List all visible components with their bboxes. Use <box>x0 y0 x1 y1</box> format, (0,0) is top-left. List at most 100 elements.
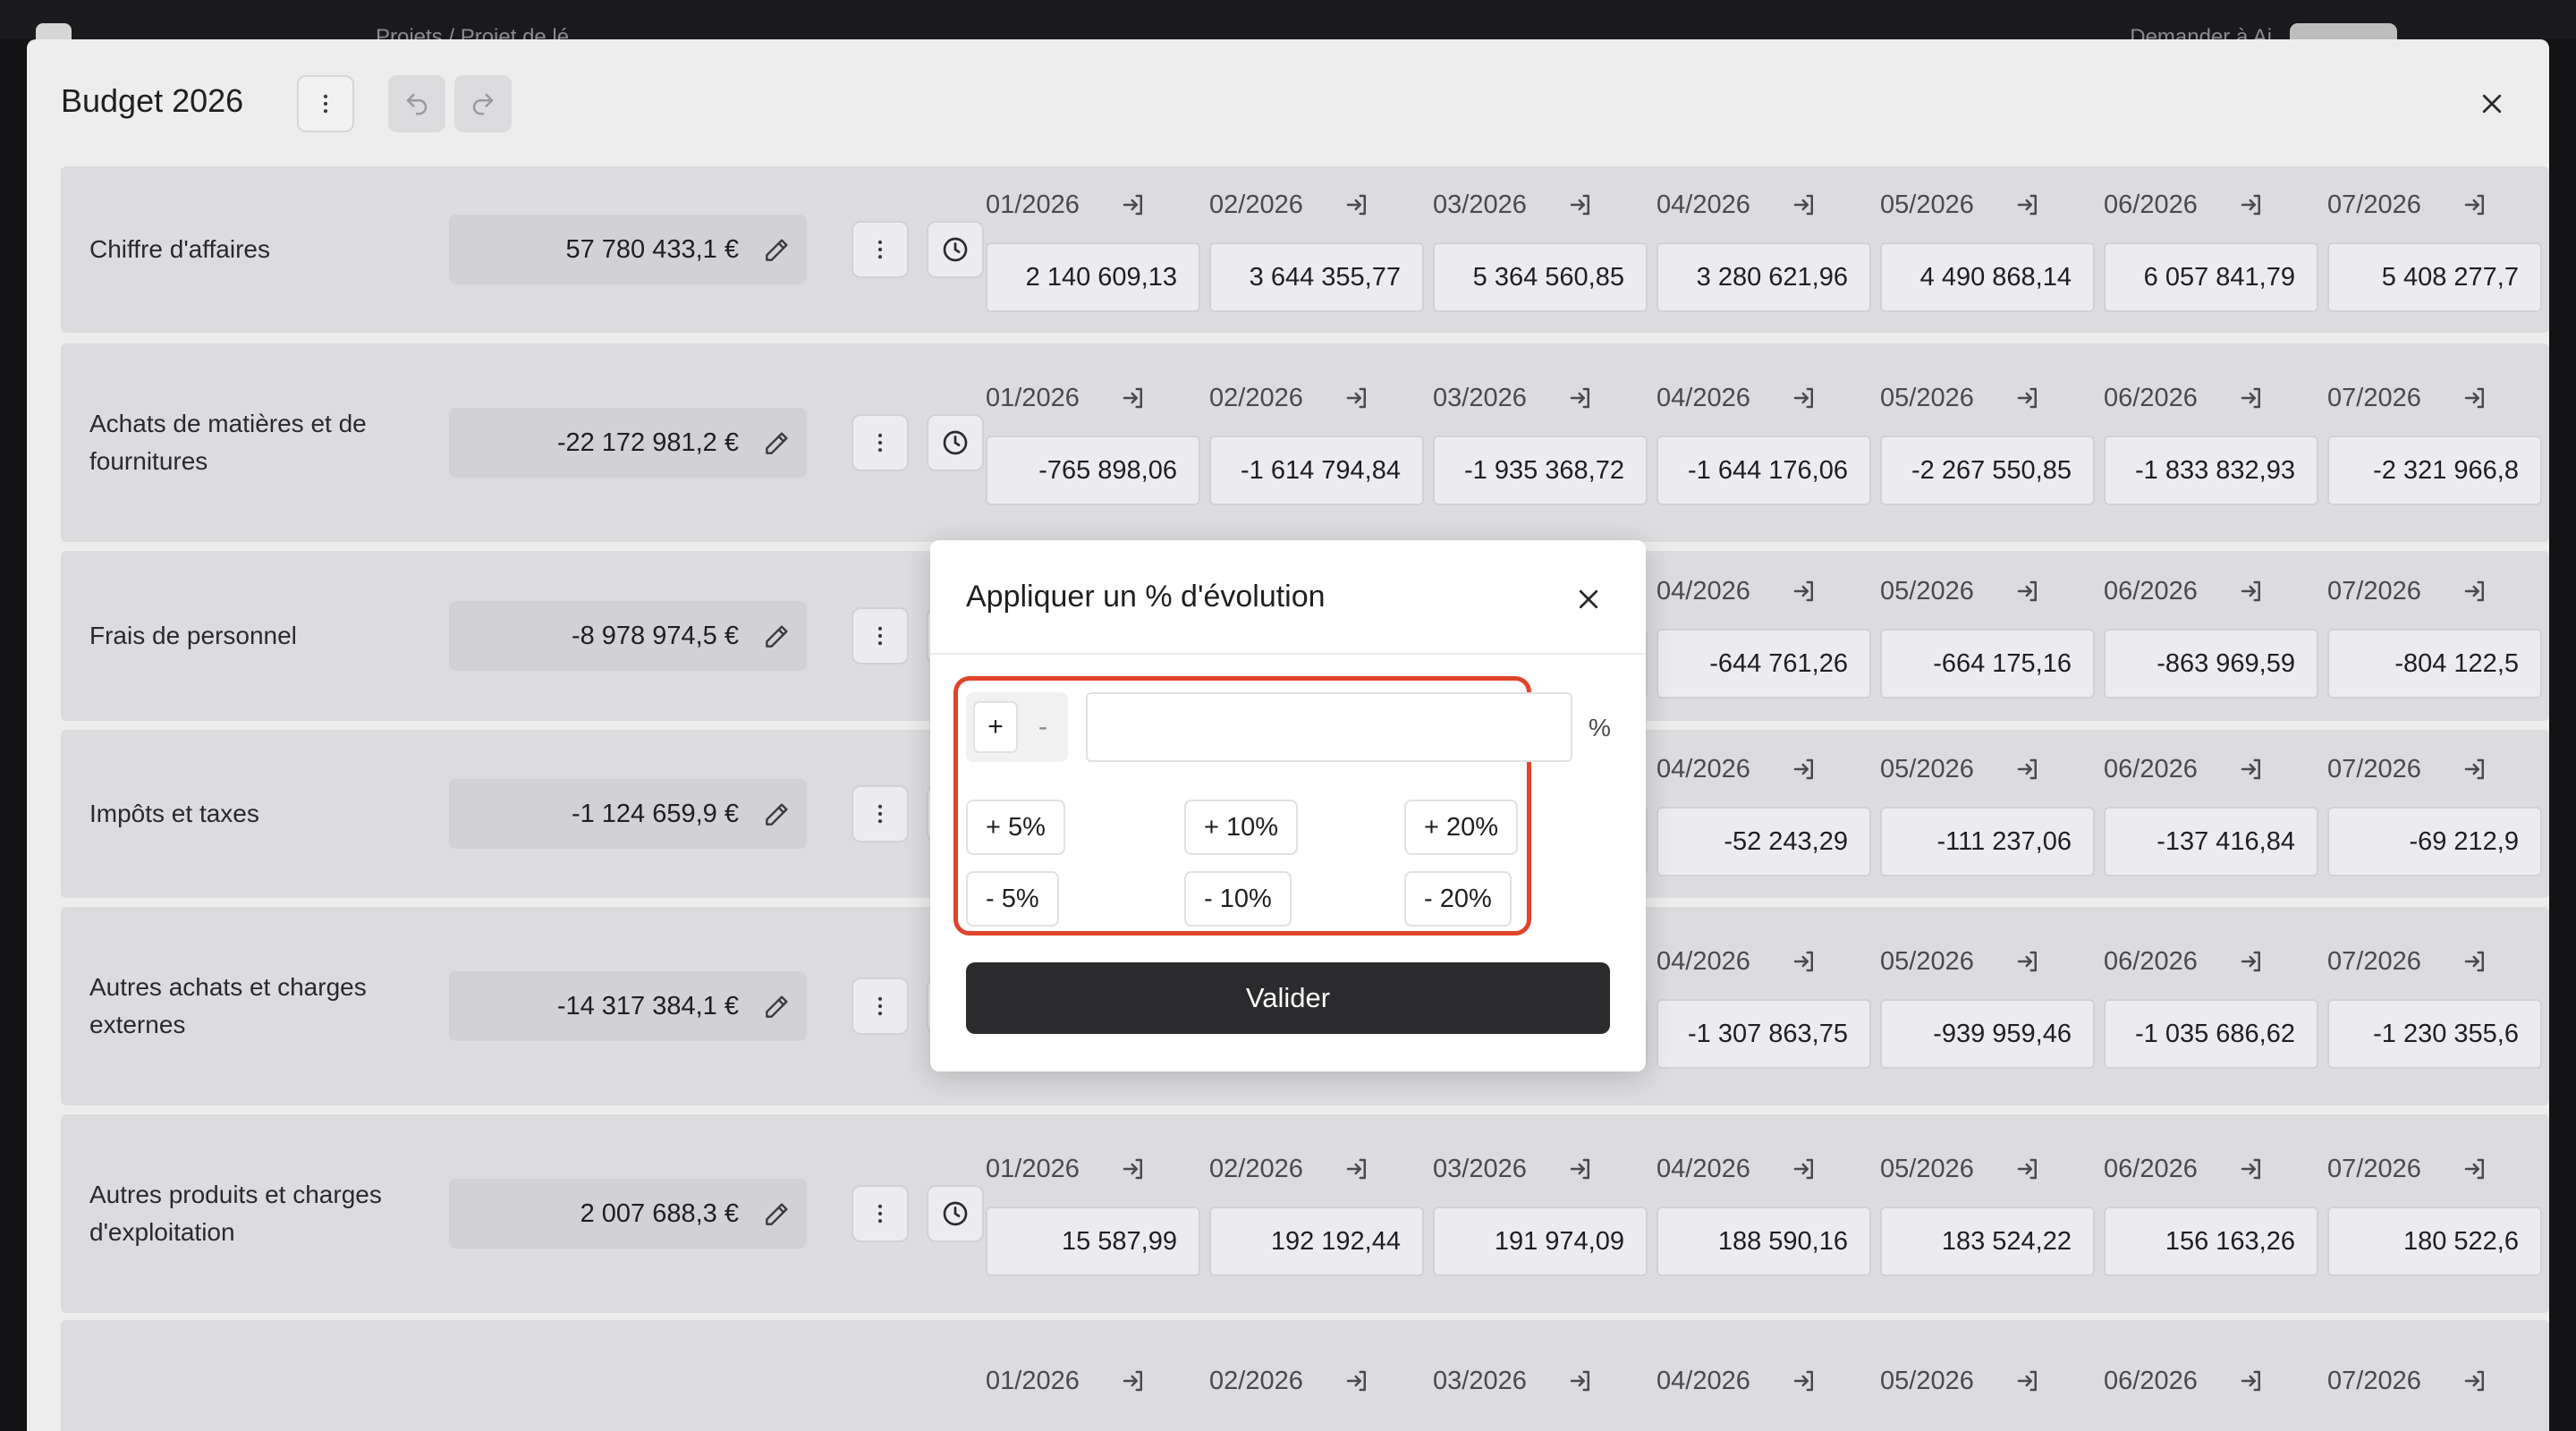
month-value-cell[interactable]: 3 644 355,77 <box>1209 242 1424 312</box>
month-value-cell[interactable]: 15 587,99 <box>986 1207 1200 1276</box>
quick-plus-20-button[interactable]: + 20% <box>1404 800 1519 855</box>
go-to-month-icon[interactable] <box>1567 1156 1594 1182</box>
more-options-button[interactable] <box>297 75 354 132</box>
row-total[interactable]: 57 780 433,1 € <box>449 215 807 284</box>
go-to-month-icon[interactable] <box>1791 191 1818 218</box>
edit-icon[interactable] <box>762 429 791 458</box>
go-to-month-icon[interactable] <box>2014 1156 2041 1182</box>
go-to-month-icon[interactable] <box>1120 1367 1147 1394</box>
go-to-month-icon[interactable] <box>2014 191 2041 218</box>
go-to-month-icon[interactable] <box>1120 385 1147 411</box>
go-to-month-icon[interactable] <box>2014 1367 2041 1394</box>
row-total[interactable]: -22 172 981,2 € <box>449 408 807 478</box>
go-to-month-icon[interactable] <box>1120 191 1147 218</box>
close-panel-button[interactable] <box>2472 84 2512 123</box>
go-to-month-icon[interactable] <box>1791 948 1818 975</box>
quick-plus-10-button[interactable]: + 10% <box>1184 800 1299 855</box>
sign-minus-button[interactable]: - <box>1023 701 1063 753</box>
avatar[interactable] <box>2290 23 2397 39</box>
go-to-month-icon[interactable] <box>1120 1156 1147 1182</box>
row-options-button[interactable] <box>852 785 909 843</box>
quick-plus-5-button[interactable]: + 5% <box>966 800 1065 855</box>
row-options-button[interactable] <box>852 978 909 1035</box>
month-value-cell[interactable]: -2 267 550,85 <box>1880 436 2095 505</box>
quick-minus-5-button[interactable]: - 5% <box>966 871 1059 927</box>
month-value-cell[interactable]: -939 959,46 <box>1880 999 2095 1069</box>
go-to-month-icon[interactable] <box>2462 948 2488 975</box>
go-to-month-icon[interactable] <box>2014 948 2041 975</box>
month-value-cell[interactable]: -804 122,5 <box>2327 629 2542 699</box>
row-history-button[interactable] <box>927 414 984 471</box>
go-to-month-icon[interactable] <box>2462 1367 2488 1394</box>
month-value-cell[interactable]: -664 175,16 <box>1880 629 2095 699</box>
row-options-button[interactable] <box>852 607 909 665</box>
go-to-month-icon[interactable] <box>2014 385 2041 411</box>
month-value-cell[interactable]: -1 307 863,75 <box>1657 999 1871 1069</box>
month-value-cell[interactable]: -69 212,9 <box>2327 807 2542 876</box>
go-to-month-icon[interactable] <box>1343 1156 1370 1182</box>
go-to-month-icon[interactable] <box>1791 578 1818 605</box>
edit-icon[interactable] <box>762 236 791 265</box>
go-to-month-icon[interactable] <box>2238 385 2265 411</box>
sign-plus-button[interactable]: + <box>973 701 1018 753</box>
month-value-cell[interactable]: 188 590,16 <box>1657 1207 1871 1276</box>
go-to-month-icon[interactable] <box>2238 1156 2265 1182</box>
month-value-cell[interactable]: 156 163,26 <box>2104 1207 2318 1276</box>
redo-button[interactable] <box>454 75 512 132</box>
month-value-cell[interactable]: -1 935 368,72 <box>1433 436 1648 505</box>
row-options-button[interactable] <box>852 221 909 278</box>
go-to-month-icon[interactable] <box>1567 191 1594 218</box>
edit-icon[interactable] <box>762 993 791 1021</box>
month-value-cell[interactable]: -1 833 832,93 <box>2104 436 2318 505</box>
month-value-cell[interactable]: -1 644 176,06 <box>1657 436 1871 505</box>
go-to-month-icon[interactable] <box>2238 191 2265 218</box>
go-to-month-icon[interactable] <box>2462 756 2488 783</box>
go-to-month-icon[interactable] <box>1791 756 1818 783</box>
undo-button[interactable] <box>388 75 445 132</box>
go-to-month-icon[interactable] <box>1791 1367 1818 1394</box>
month-value-cell[interactable]: 3 280 621,96 <box>1657 242 1871 312</box>
edit-icon[interactable] <box>762 800 791 829</box>
row-history-button[interactable] <box>927 1185 984 1242</box>
edit-icon[interactable] <box>762 622 791 651</box>
month-value-cell[interactable]: 183 524,22 <box>1880 1207 2095 1276</box>
go-to-month-icon[interactable] <box>1567 1367 1594 1394</box>
edit-icon[interactable] <box>762 1200 791 1229</box>
row-total[interactable]: -8 978 974,5 € <box>449 601 807 671</box>
month-value-cell[interactable]: -1 035 686,62 <box>2104 999 2318 1069</box>
go-to-month-icon[interactable] <box>2462 578 2488 605</box>
month-value-cell[interactable]: 6 057 841,79 <box>2104 242 2318 312</box>
close-dialog-button[interactable] <box>1569 580 1608 619</box>
row-total[interactable]: -1 124 659,9 € <box>449 779 807 849</box>
quick-minus-10-button[interactable]: - 10% <box>1184 871 1292 927</box>
go-to-month-icon[interactable] <box>2014 578 2041 605</box>
go-to-month-icon[interactable] <box>2238 1367 2265 1394</box>
validate-button[interactable]: Valider <box>966 962 1610 1034</box>
go-to-month-icon[interactable] <box>2238 756 2265 783</box>
row-total[interactable]: -14 317 384,1 € <box>449 971 807 1041</box>
go-to-month-icon[interactable] <box>1791 385 1818 411</box>
go-to-month-icon[interactable] <box>2462 385 2488 411</box>
month-value-cell[interactable]: 5 408 277,7 <box>2327 242 2542 312</box>
month-value-cell[interactable]: -765 898,06 <box>986 436 1200 505</box>
month-value-cell[interactable]: -52 243,29 <box>1657 807 1871 876</box>
go-to-month-icon[interactable] <box>2462 191 2488 218</box>
row-options-button[interactable] <box>852 414 909 471</box>
month-value-cell[interactable]: 180 522,6 <box>2327 1207 2542 1276</box>
go-to-month-icon[interactable] <box>1343 1367 1370 1394</box>
percent-input[interactable] <box>1086 692 1572 762</box>
month-value-cell[interactable]: 192 192,44 <box>1209 1207 1424 1276</box>
row-options-button[interactable] <box>852 1185 909 1242</box>
month-value-cell[interactable]: -2 321 966,8 <box>2327 436 2542 505</box>
month-value-cell[interactable]: -644 761,26 <box>1657 629 1871 699</box>
go-to-month-icon[interactable] <box>1343 385 1370 411</box>
month-value-cell[interactable]: -1 230 355,6 <box>2327 999 2542 1069</box>
month-value-cell[interactable]: -111 237,06 <box>1880 807 2095 876</box>
row-total[interactable]: 2 007 688,3 € <box>449 1179 807 1249</box>
go-to-month-icon[interactable] <box>2462 1156 2488 1182</box>
quick-minus-20-button[interactable]: - 20% <box>1404 871 1512 927</box>
month-value-cell[interactable]: -863 969,59 <box>2104 629 2318 699</box>
row-history-button[interactable] <box>927 221 984 278</box>
go-to-month-icon[interactable] <box>1567 385 1594 411</box>
month-value-cell[interactable]: -137 416,84 <box>2104 807 2318 876</box>
